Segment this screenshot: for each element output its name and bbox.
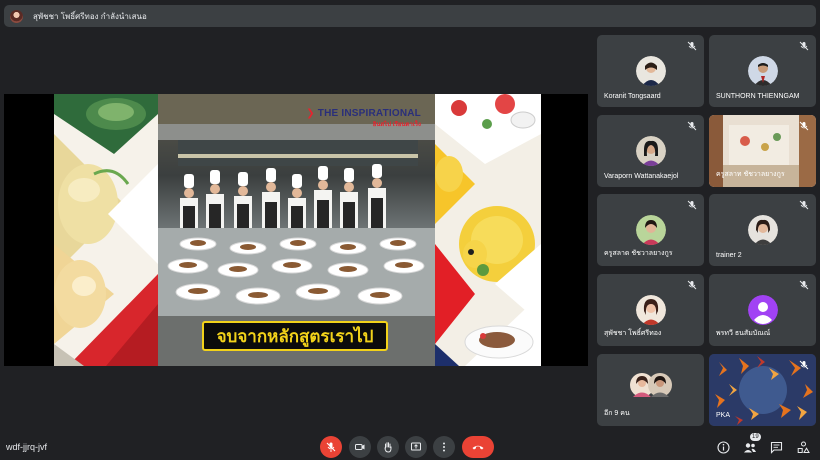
mic-off-icon (799, 360, 809, 370)
participant-avatar (747, 215, 778, 245)
people-button[interactable] (742, 439, 758, 455)
default-avatar-icon (747, 295, 778, 325)
mic-off-icon (687, 41, 697, 51)
mic-off-icon (799, 41, 809, 51)
dumpling-photo-collage (54, 94, 158, 366)
mic-off-icon (687, 121, 697, 131)
participant-avatar (635, 295, 666, 325)
presentation-stage[interactable]: ❯ THE INSPIRATIONAL อินสไป เรียนดาเร็ง จ… (4, 94, 588, 366)
participant-avatar (635, 56, 666, 86)
slide-caption: จบจากหลักสูตรเราไป (216, 326, 374, 346)
participant-name: ครูสลาท ชัชวาลยางกูร (716, 171, 785, 178)
meeting-code[interactable]: wdf-jjrq-jvf (6, 442, 47, 452)
participant-avatar (635, 215, 666, 245)
people-count-badge: 19 (750, 433, 761, 441)
mic-off-icon (799, 121, 809, 131)
end-call-button[interactable] (462, 436, 494, 458)
participant-tile[interactable]: พรทวี ธนสัมบัณณ์ (709, 274, 816, 346)
brand-logo: ❯ THE INSPIRATIONAL อินสไป เรียนดาเร็ง (306, 108, 421, 128)
participant-tile-video[interactable]: PKA (709, 354, 816, 426)
mic-toggle-button[interactable] (320, 436, 342, 458)
slide-kitchen-photo: ❯ THE INSPIRATIONAL อินสไป เรียนดาเร็ง จ… (158, 94, 435, 366)
slide-left-collage (54, 94, 158, 366)
meeting-details-button[interactable] (715, 439, 731, 455)
participant-tile[interactable]: Varaporn Wattanakaejol (597, 115, 704, 187)
raise-hand-icon (384, 442, 392, 453)
bottom-control-bar: wdf-jjrq-jvf 19 (0, 432, 820, 460)
present-now-button[interactable] (405, 436, 427, 458)
more-participants-tile[interactable]: อีก 9 คน (597, 354, 704, 426)
presenter-avatar (10, 9, 23, 23)
present-icon (411, 442, 421, 451)
participant-tile[interactable]: Koranit Tongsaard (597, 35, 704, 107)
info-icon (716, 440, 730, 454)
mic-off-icon (799, 200, 809, 210)
chat-icon (770, 441, 782, 454)
participant-name: พรทวี ธนสัมบัณณ์ (716, 330, 771, 337)
mic-off-icon (326, 442, 336, 452)
raise-hand-button[interactable] (377, 436, 399, 458)
end-call-icon (472, 445, 484, 450)
participant-name: ครูสลาด ชัชวาลยางกูร (604, 250, 673, 257)
camera-toggle-button[interactable] (349, 436, 371, 458)
more-vert-icon (443, 442, 445, 452)
participant-tile-video[interactable]: ครูสลาท ชัชวาลยางกูร (709, 115, 816, 187)
slide-caption-box: จบจากหลักสูตรเราไป (202, 321, 388, 351)
presentation-slide: ❯ THE INSPIRATIONAL อินสไป เรียนดาเร็ง จ… (54, 94, 541, 366)
people-icon (744, 442, 756, 452)
stacked-avatars-icon (630, 373, 672, 397)
mic-off-icon (687, 280, 697, 290)
participant-name: Varaporn Wattanakaejol (604, 173, 679, 180)
participant-tile[interactable]: สุพัชชา โพธิ์ศรีทอง (597, 274, 704, 346)
mic-off-icon (799, 280, 809, 290)
participant-name: trainer 2 (716, 252, 742, 259)
participant-name: Koranit Tongsaard (604, 93, 661, 100)
participant-name: SUNTHORN THIENNGAM (716, 93, 800, 100)
activities-button[interactable] (795, 439, 811, 455)
participant-avatar (635, 136, 666, 166)
chat-button[interactable] (768, 439, 784, 455)
participant-name: สุพัชชา โพธิ์ศรีทอง (604, 330, 662, 337)
presenter-banner: สุพัชชา โพธิ์ศรีทอง กำลังนำเสนอ (4, 5, 816, 27)
activities-icon (797, 441, 810, 453)
mic-off-icon (687, 200, 697, 210)
participant-tile[interactable]: ครูสลาด ชัชวาลยางกูร (597, 194, 704, 266)
slide-right-collage (435, 94, 541, 366)
brand-subtitle: อินสไป เรียนดาเร็ง (372, 122, 421, 128)
participant-avatar (747, 56, 778, 86)
more-participants-label: อีก 9 คน (604, 410, 630, 417)
presenter-status-text: สุพัชชา โพธิ์ศรีทอง กำลังนำเสนอ (33, 11, 147, 21)
camera-icon (355, 444, 365, 450)
fruit-carving-collage (435, 94, 541, 366)
participant-name: PKA (716, 412, 731, 419)
participant-tile[interactable]: SUNTHORN THIENNGAM (709, 35, 816, 107)
participant-tile[interactable]: trainer 2 (709, 194, 816, 266)
brand-title: THE INSPIRATIONAL (317, 108, 421, 119)
more-options-button[interactable] (433, 436, 455, 458)
